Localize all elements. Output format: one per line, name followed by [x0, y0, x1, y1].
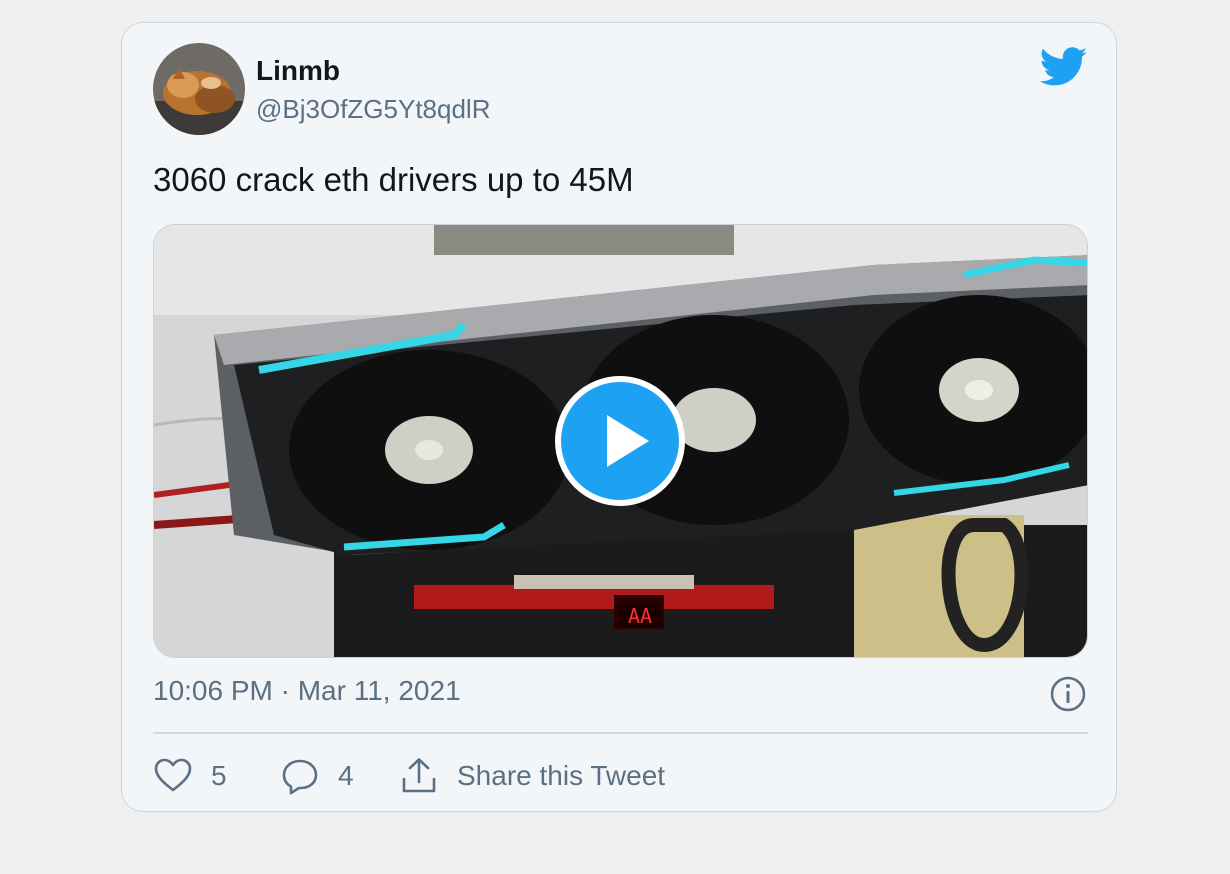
avatar[interactable] [153, 43, 245, 135]
author-name[interactable]: Linmb [256, 55, 340, 87]
video-player[interactable]: AA [153, 224, 1088, 658]
reply-button[interactable]: 4 [280, 754, 354, 798]
reply-icon [282, 759, 318, 795]
tweet-timestamp[interactable]: 10:06 PM · Mar 11, 2021 [153, 675, 461, 707]
divider [153, 732, 1088, 734]
share-button[interactable]: Share this Tweet [399, 754, 665, 798]
twitter-bird-icon[interactable] [1040, 47, 1088, 87]
reply-count: 4 [338, 760, 354, 791]
info-icon[interactable] [1049, 675, 1087, 713]
share-label: Share this Tweet [457, 760, 666, 791]
digit-display: AA [628, 604, 652, 628]
like-count: 5 [211, 760, 227, 791]
play-button[interactable] [555, 376, 685, 506]
play-icon [607, 415, 649, 467]
like-button[interactable]: 5 [153, 754, 227, 798]
tweet-card[interactable]: Linmb @Bj3OfZG5Yt8qdlR 3060 crack eth dr… [121, 22, 1117, 812]
share-icon [402, 758, 436, 793]
tweet-text: 3060 crack eth drivers up to 45M [153, 161, 634, 198]
author-handle[interactable]: @Bj3OfZG5Yt8qdlR [256, 94, 490, 125]
heart-icon [154, 758, 192, 792]
